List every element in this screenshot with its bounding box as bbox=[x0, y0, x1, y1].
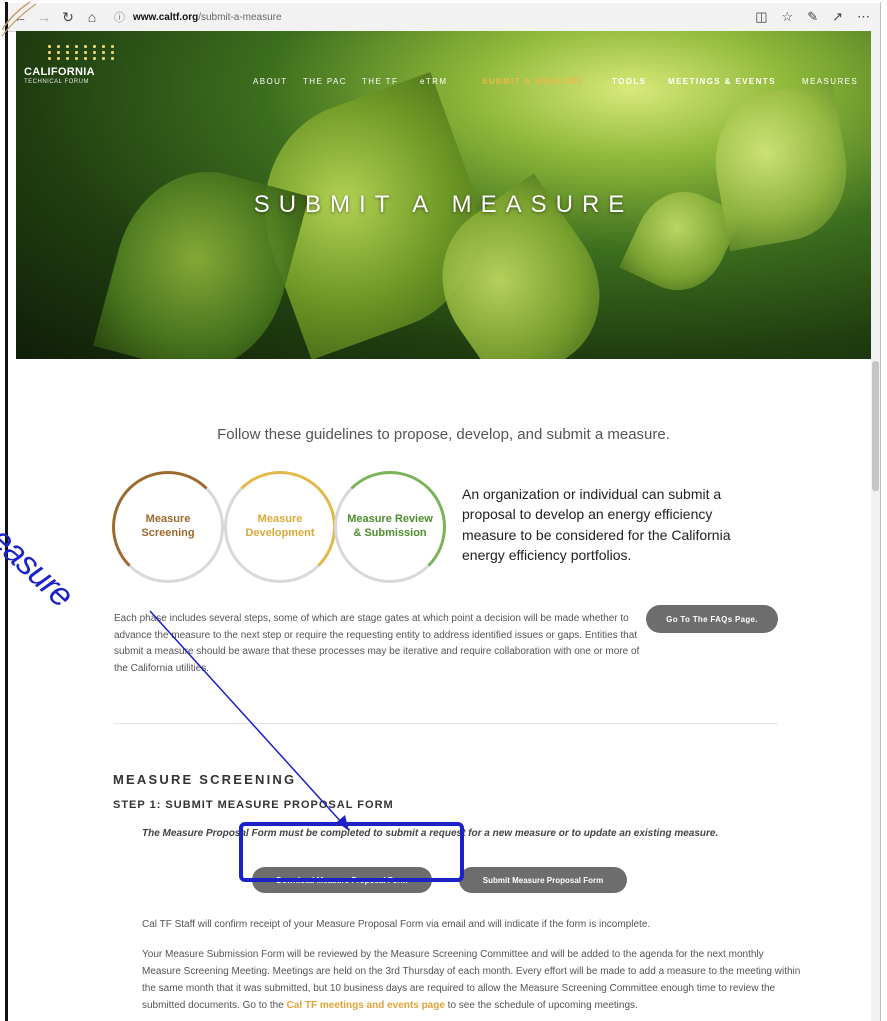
nav-measures[interactable]: MEASURES bbox=[802, 77, 858, 86]
phase-label: & Submission bbox=[353, 527, 427, 539]
browser-toolbar: ← → ↻ ⌂ ⓘ www.caltf.org/submit-a-measure… bbox=[8, 3, 880, 32]
url-path: /submit-a-measure bbox=[198, 11, 282, 23]
nav-tools[interactable]: TOOLS bbox=[612, 77, 646, 86]
nav-etrm[interactable]: eTRM bbox=[420, 77, 447, 86]
intro-lead: Follow these guidelines to propose, deve… bbox=[217, 426, 670, 443]
scrollbar-thumb[interactable] bbox=[872, 361, 879, 491]
home-icon[interactable]: ⌂ bbox=[80, 9, 104, 25]
info-icon[interactable]: ⓘ bbox=[114, 9, 125, 25]
hero-banner: CALIFORNIA TECHNICAL FORUM ABOUT THE PAC… bbox=[16, 31, 871, 359]
phase-label: Measure bbox=[145, 513, 191, 526]
phase-description: Each phase includes several steps, some … bbox=[114, 613, 640, 674]
logo-dots-icon bbox=[48, 45, 117, 60]
nav-meetings-events[interactable]: MEETINGS & EVENTS bbox=[668, 77, 776, 86]
phase-label: Screening bbox=[141, 527, 195, 539]
nav-about[interactable]: ABOUT bbox=[253, 77, 288, 86]
page-title: SUBMIT A MEASURE bbox=[253, 191, 634, 218]
meetings-events-link[interactable]: Cal TF meetings and events page bbox=[287, 1000, 445, 1011]
nav-submit-a-measure[interactable]: SUBMIT A MEASURE bbox=[482, 77, 585, 86]
address-bar[interactable]: ⓘ www.caltf.org/submit-a-measure bbox=[114, 7, 674, 27]
section-divider bbox=[114, 723, 778, 724]
section-heading: MEASURE SCREENING bbox=[113, 772, 297, 787]
phase-circle-review-submission[interactable]: Measure Review & Submission bbox=[334, 471, 446, 583]
submit-proposal-form-button[interactable]: Submit Measure Proposal Form bbox=[459, 867, 627, 893]
intro-description: An organization or individual can submit… bbox=[462, 486, 731, 563]
refresh-icon[interactable]: ↻ bbox=[56, 9, 80, 26]
nav-the-pac[interactable]: THE PAC bbox=[303, 77, 347, 86]
reading-view-icon[interactable]: ◫ bbox=[755, 9, 767, 25]
more-icon[interactable]: ⋯ bbox=[857, 9, 870, 25]
review-text-part: to see the schedule of upcoming meetings… bbox=[444, 1000, 638, 1011]
nav-the-tf[interactable]: THE TF bbox=[362, 77, 398, 86]
phase-label: Measure bbox=[257, 513, 303, 526]
faq-button[interactable]: Go To The FAQs Page. bbox=[646, 605, 778, 633]
favorite-star-icon[interactable]: ☆ bbox=[782, 9, 794, 25]
confirmation-text: Cal TF Staff will confirm receipt of you… bbox=[142, 919, 651, 930]
url-host: www.caltf.org bbox=[133, 11, 199, 23]
annotation-highlight-box bbox=[239, 822, 464, 882]
phase-label: Development bbox=[245, 527, 315, 539]
pen-icon[interactable]: ✎ bbox=[807, 9, 818, 25]
leaf-decoration bbox=[703, 80, 859, 252]
share-icon[interactable]: ↗ bbox=[832, 9, 843, 25]
review-text: Your Measure Submission Form will be rev… bbox=[142, 946, 802, 1014]
step-heading: STEP 1: SUBMIT MEASURE PROPOSAL FORM bbox=[113, 799, 394, 811]
corner-flourish-icon bbox=[1, 1, 37, 37]
phase-circle-screening[interactable]: Measure Screening bbox=[112, 471, 224, 583]
phase-label: Measure Review bbox=[347, 513, 433, 526]
phase-circle-development[interactable]: Measure Development bbox=[224, 471, 336, 583]
main-nav: ABOUT THE PAC THE TF eTRM SUBMIT A MEASU… bbox=[16, 77, 871, 91]
page-scrollbar[interactable] bbox=[871, 31, 880, 1021]
